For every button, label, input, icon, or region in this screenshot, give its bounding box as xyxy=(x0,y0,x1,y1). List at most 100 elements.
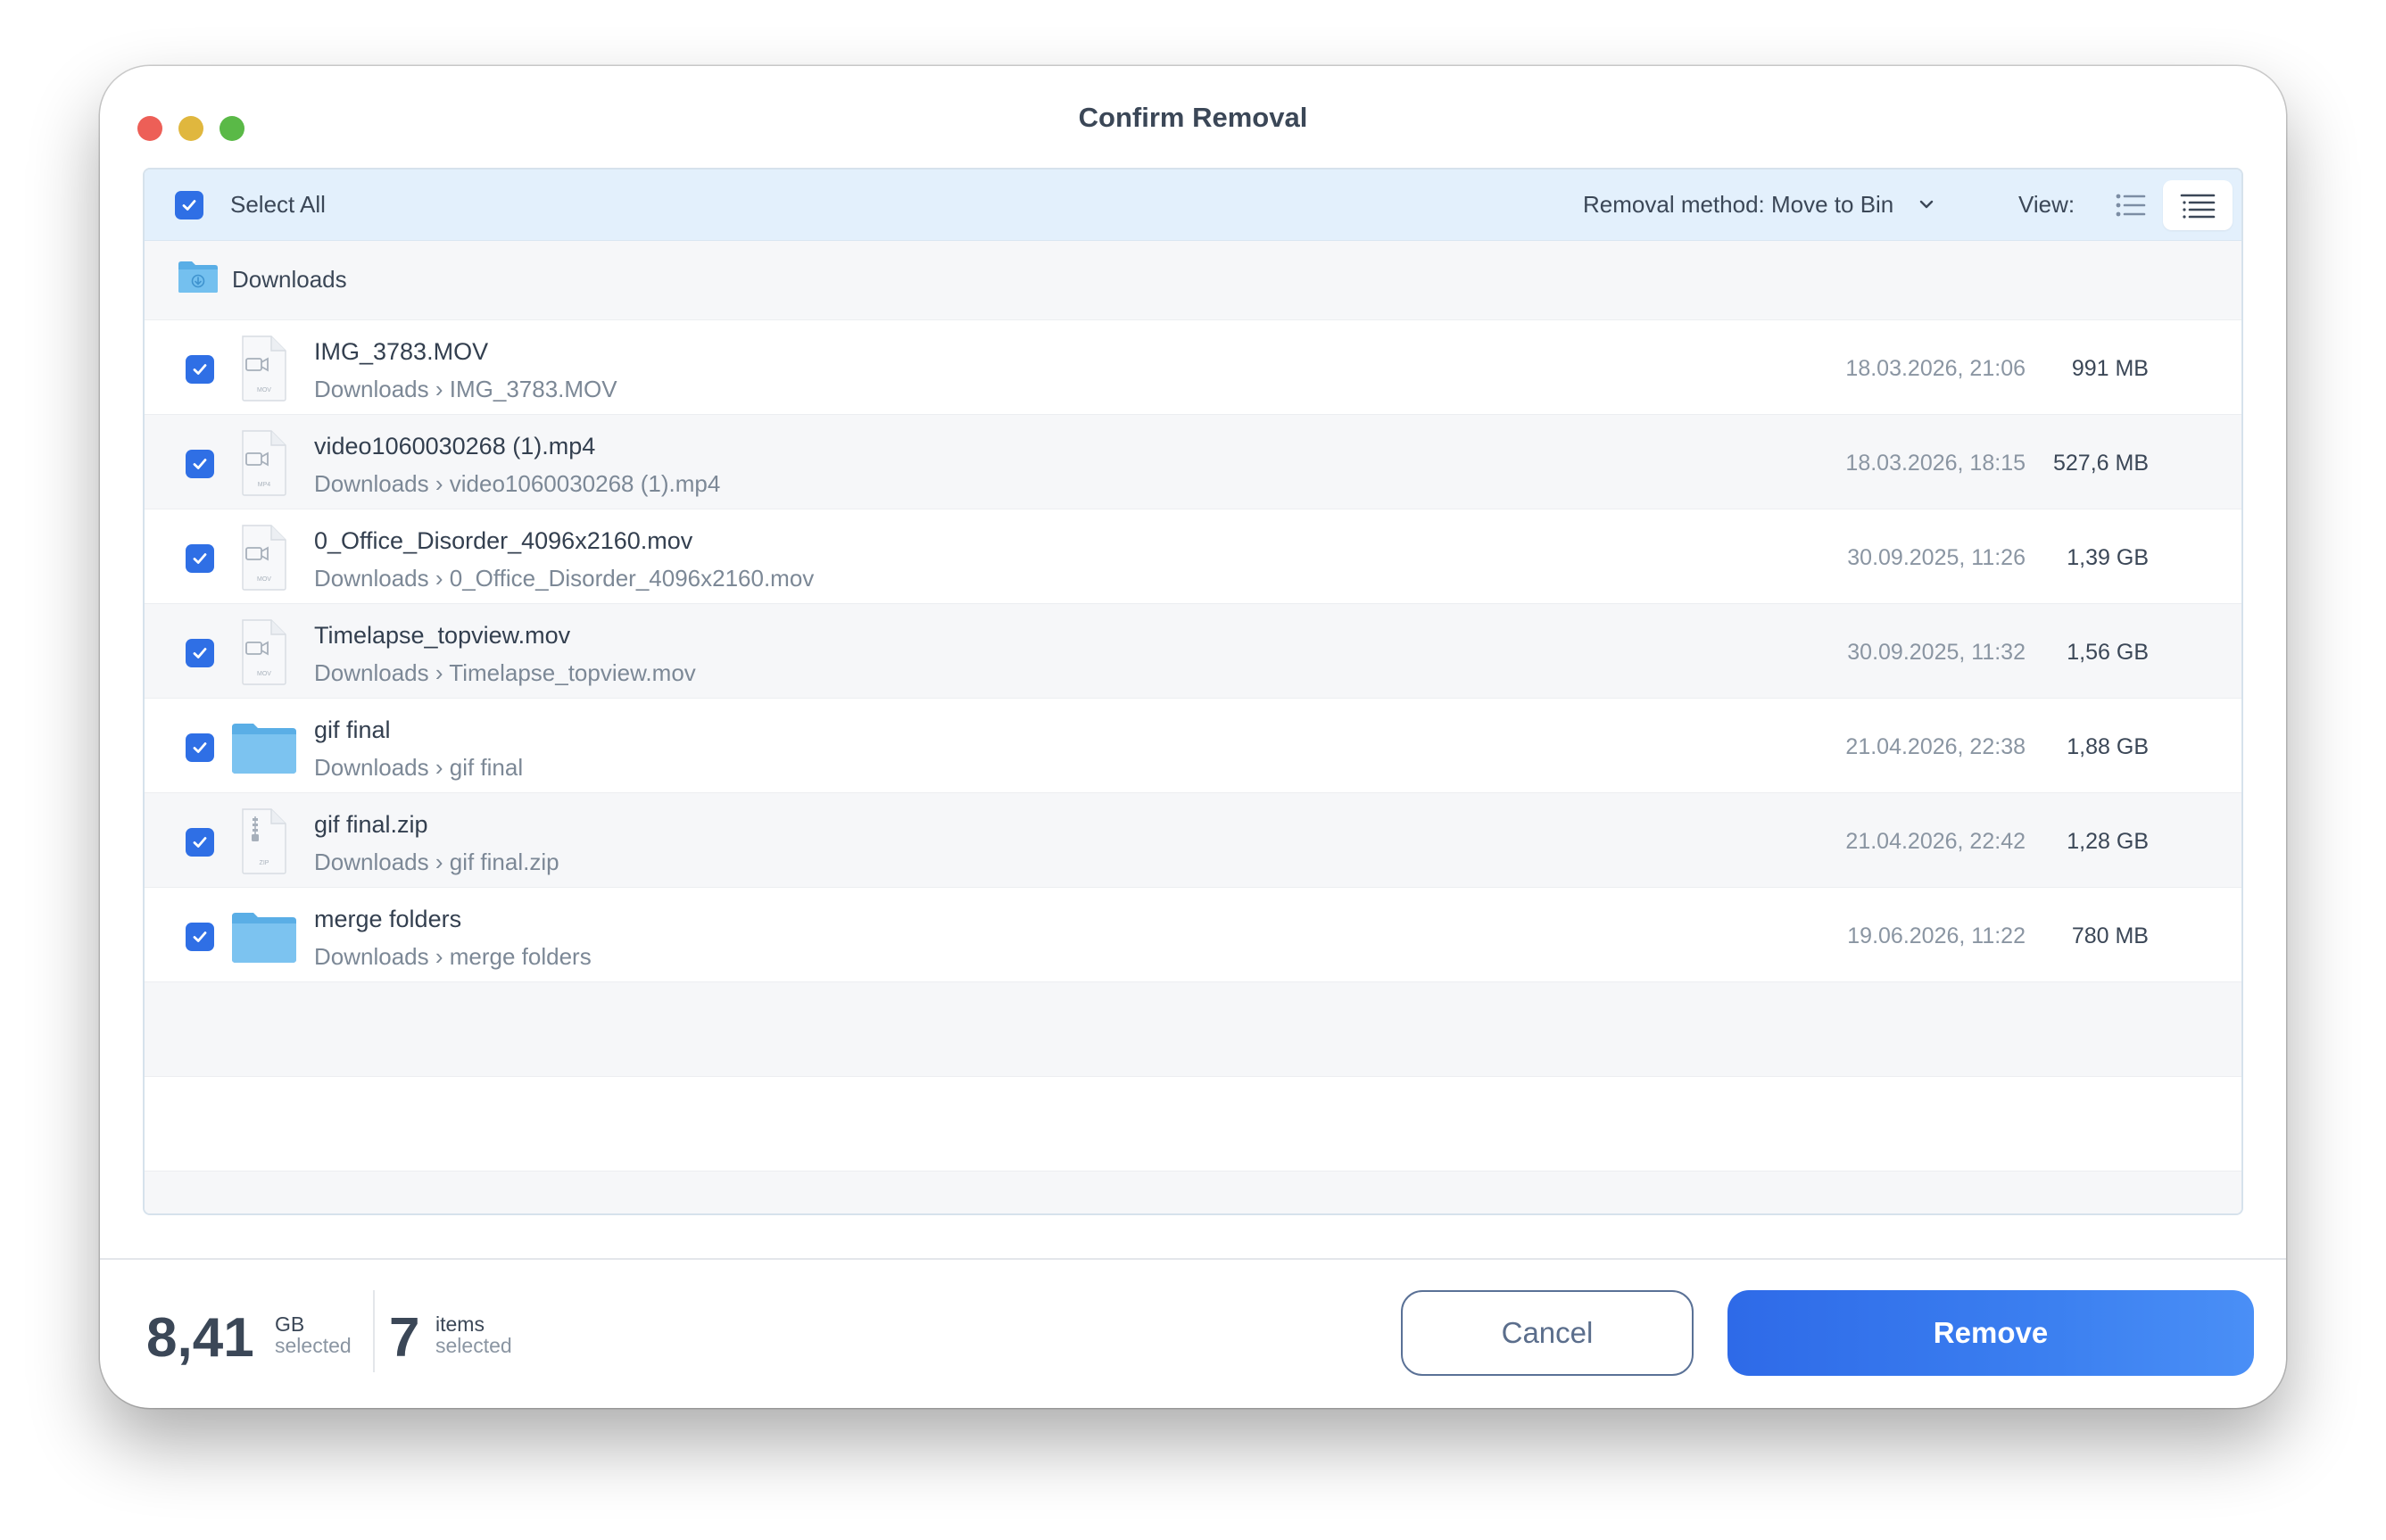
selected-size-value: 8,41 xyxy=(146,1307,254,1369)
path-separator-icon: › xyxy=(428,754,450,781)
downloads-folder-icon xyxy=(178,261,218,293)
file-path: Downloads › merge folders xyxy=(314,943,592,971)
window-title: Confirm Removal xyxy=(1078,102,1308,133)
file-rows: MOV IMG_3783.MOV Downloads › IMG_3783.MOV 1… xyxy=(145,319,2241,1213)
file-checkbox[interactable] xyxy=(186,544,214,573)
path-root: Downloads xyxy=(314,943,429,970)
file-size: 991 MB xyxy=(2071,356,2149,381)
path-separator-icon: › xyxy=(428,565,450,592)
stats-divider xyxy=(373,1290,375,1372)
path-leaf: 0_Office_Disorder_4096x2160.mov xyxy=(449,565,815,592)
path-root: Downloads xyxy=(314,754,429,781)
remove-button[interactable]: Remove xyxy=(1727,1290,2254,1376)
cancel-button[interactable]: Cancel xyxy=(1401,1290,1694,1376)
file-path: Downloads › Timelapse_topview.mov xyxy=(314,659,696,687)
file-checkbox[interactable] xyxy=(186,450,214,478)
checkmark-icon xyxy=(193,459,207,469)
selected-count-unit: items xyxy=(435,1312,485,1336)
path-leaf: video1060030268 (1).mp4 xyxy=(449,470,721,497)
file-row[interactable]: gif final Downloads › gif final 21.04.2026… xyxy=(145,698,2241,792)
select-all-checkbox[interactable] xyxy=(175,191,203,219)
svg-text:MOV: MOV xyxy=(257,387,271,393)
file-row[interactable]: MOV IMG_3783.MOV Downloads › IMG_3783.MOV 1… xyxy=(145,319,2241,414)
group-header-downloads[interactable]: Downloads xyxy=(145,241,2241,319)
file-row[interactable]: MOV Timelapse_topview.mov Downloads › Time… xyxy=(145,603,2241,698)
checkmark-icon xyxy=(193,837,207,848)
checkmark-icon xyxy=(193,931,207,942)
file-path: Downloads › video1060030268 (1).mp4 xyxy=(314,470,720,498)
file-checkbox[interactable] xyxy=(186,828,214,857)
file-date: 18.03.2026, 21:06 xyxy=(1845,356,2026,381)
tree-view-icon xyxy=(2180,194,2216,219)
path-separator-icon: › xyxy=(428,470,450,497)
path-separator-icon: › xyxy=(428,943,450,970)
path-leaf: IMG_3783.MOV xyxy=(449,376,617,402)
file-row[interactable]: MP4 video1060030268 (1).mp4 Downloads › vi… xyxy=(145,414,2241,509)
file-row[interactable]: merge folders Downloads › merge folders 19… xyxy=(145,887,2241,981)
empty-row xyxy=(145,981,2241,1076)
file-size: 1,28 GB xyxy=(2067,829,2149,854)
file-checkbox[interactable] xyxy=(186,923,214,951)
file-date: 30.09.2025, 11:26 xyxy=(1847,545,2026,570)
file-date: 21.04.2026, 22:42 xyxy=(1845,829,2026,854)
file-name: merge folders xyxy=(314,906,462,932)
path-separator-icon: › xyxy=(428,376,450,402)
view-label: View: xyxy=(2018,191,2075,218)
list-view-icon xyxy=(2116,194,2146,217)
checkmark-icon xyxy=(193,742,207,753)
file-path: Downloads › IMG_3783.MOV xyxy=(314,376,617,403)
chevron-down-icon[interactable] xyxy=(1917,195,1936,214)
file-checkbox[interactable] xyxy=(186,733,214,762)
file-name: IMG_3783.MOV xyxy=(314,338,489,365)
confirm-removal-window: Confirm Removal Select All Removal metho… xyxy=(100,66,2286,1408)
list-view-button[interactable] xyxy=(2108,186,2154,225)
checkmark-icon xyxy=(193,553,207,564)
path-root: Downloads xyxy=(314,659,429,686)
file-checkbox[interactable] xyxy=(186,355,214,384)
folder-icon xyxy=(232,913,296,963)
svg-text:ZIP: ZIP xyxy=(260,860,269,866)
file-row[interactable]: MOV 0_Office_Disorder_4096x2160.mov Downlo… xyxy=(145,509,2241,603)
file-list-panel: Select All Removal method: Move to Bin V… xyxy=(143,168,2243,1215)
folder-icon xyxy=(232,724,296,774)
file-date: 19.06.2026, 11:22 xyxy=(1847,923,2026,948)
list-toolbar: Select All Removal method: Move to Bin V… xyxy=(145,170,2241,241)
selected-size-caption: selected xyxy=(275,1334,352,1357)
zip-file-icon: ZIP xyxy=(242,808,286,874)
file-size: 1,56 GB xyxy=(2067,640,2149,665)
file-size: 1,39 GB xyxy=(2067,545,2149,570)
path-leaf: gif final xyxy=(449,754,524,781)
file-size: 780 MB xyxy=(2071,923,2149,948)
svg-text:MOV: MOV xyxy=(257,671,271,677)
file-path: Downloads › 0_Office_Disorder_4096x2160.… xyxy=(314,565,814,592)
file-size: 1,88 GB xyxy=(2067,734,2149,759)
file-date: 21.04.2026, 22:38 xyxy=(1845,734,2026,759)
tree-view-button[interactable] xyxy=(2163,180,2233,230)
file-path: Downloads › gif final xyxy=(314,754,523,782)
video-file-icon: MOV xyxy=(242,619,286,685)
file-checkbox[interactable] xyxy=(186,639,214,667)
selected-count-caption: selected xyxy=(435,1334,512,1357)
path-root: Downloads xyxy=(314,849,429,875)
removal-method-dropdown[interactable]: Removal method: Move to Bin xyxy=(1583,191,1893,219)
path-leaf: merge folders xyxy=(449,943,592,970)
empty-row xyxy=(145,1171,2241,1213)
path-root: Downloads xyxy=(314,376,429,402)
file-date: 30.09.2025, 11:32 xyxy=(1847,640,2026,665)
video-file-icon: MOV xyxy=(242,335,286,402)
footer-divider xyxy=(100,1258,2286,1260)
file-path: Downloads › gif final.zip xyxy=(314,849,559,876)
selected-count-value: 7 xyxy=(389,1307,420,1369)
file-date: 18.03.2026, 18:15 xyxy=(1845,451,2026,476)
file-name: 0_Office_Disorder_4096x2160.mov xyxy=(314,527,693,554)
svg-text:MOV: MOV xyxy=(257,576,271,583)
video-file-icon: MOV xyxy=(242,525,286,591)
file-name: video1060030268 (1).mp4 xyxy=(314,433,596,460)
file-row[interactable]: ZIP gif final.zip Downloads › gif final.zi… xyxy=(145,792,2241,887)
checkmark-icon xyxy=(193,364,207,375)
file-name: gif final.zip xyxy=(314,811,428,838)
checkmark-icon xyxy=(193,648,207,658)
group-label: Downloads xyxy=(232,266,347,293)
select-all-label[interactable]: Select All xyxy=(230,191,326,219)
path-leaf: gif final.zip xyxy=(449,849,559,875)
